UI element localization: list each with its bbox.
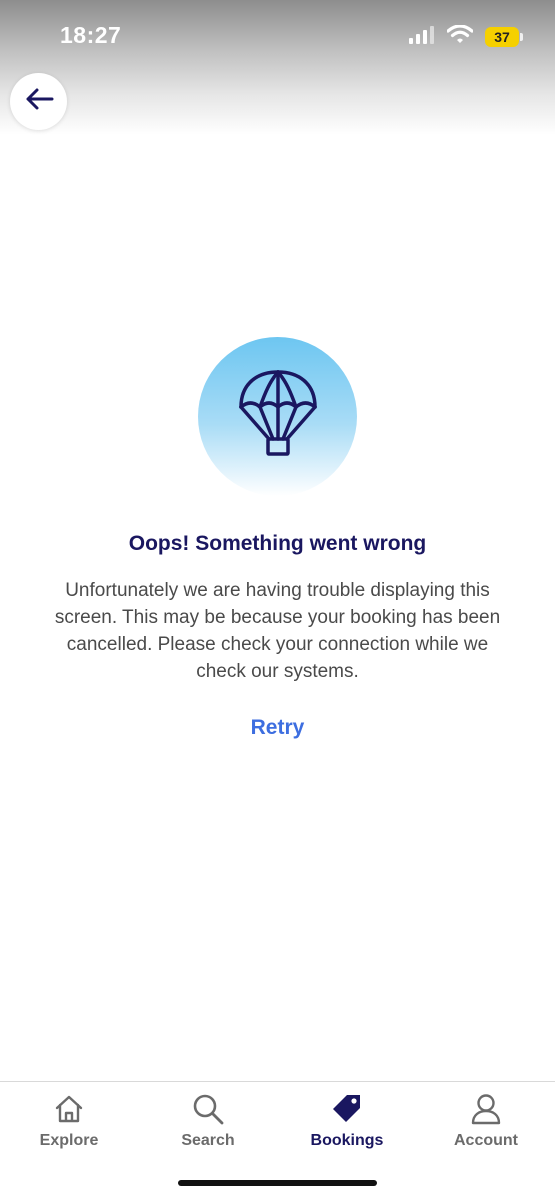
battery-cap xyxy=(520,33,523,41)
nav-label-account: Account xyxy=(454,1132,518,1149)
wifi-icon xyxy=(446,24,474,49)
nav-item-bookings[interactable]: Bookings xyxy=(292,1092,402,1162)
user-icon xyxy=(471,1092,501,1126)
error-message: Unfortunately we are having trouble disp… xyxy=(54,580,501,682)
nav-label-bookings: Bookings xyxy=(310,1132,384,1149)
retry-button[interactable]: Retry xyxy=(0,716,555,740)
nav-label-explore: Explore xyxy=(39,1132,99,1149)
tag-icon xyxy=(331,1092,363,1126)
nav-item-search[interactable]: Search xyxy=(153,1092,263,1162)
search-icon xyxy=(192,1092,224,1126)
status-time: 18:27 xyxy=(60,22,122,48)
arrow-left-icon xyxy=(24,87,54,116)
error-illustration xyxy=(198,337,357,496)
battery-level: 37 xyxy=(494,29,510,45)
nav-label-search: Search xyxy=(181,1132,235,1149)
parachute-icon xyxy=(238,369,318,464)
nav-item-account[interactable]: Account xyxy=(431,1092,541,1162)
signal-icon xyxy=(409,25,435,49)
home-indicator xyxy=(178,1180,377,1186)
battery-icon: 37 xyxy=(485,27,523,47)
back-button[interactable] xyxy=(10,73,67,130)
app-screen: 18:27 37 Oops! Something went wrong Unfo… xyxy=(0,0,555,1200)
status-bar: 18:27 37 xyxy=(0,0,555,70)
error-title: Oops! Something went wrong xyxy=(128,532,427,555)
home-icon xyxy=(54,1092,84,1126)
status-icons: 37 xyxy=(409,24,523,49)
nav-item-explore[interactable]: Explore xyxy=(14,1092,124,1162)
